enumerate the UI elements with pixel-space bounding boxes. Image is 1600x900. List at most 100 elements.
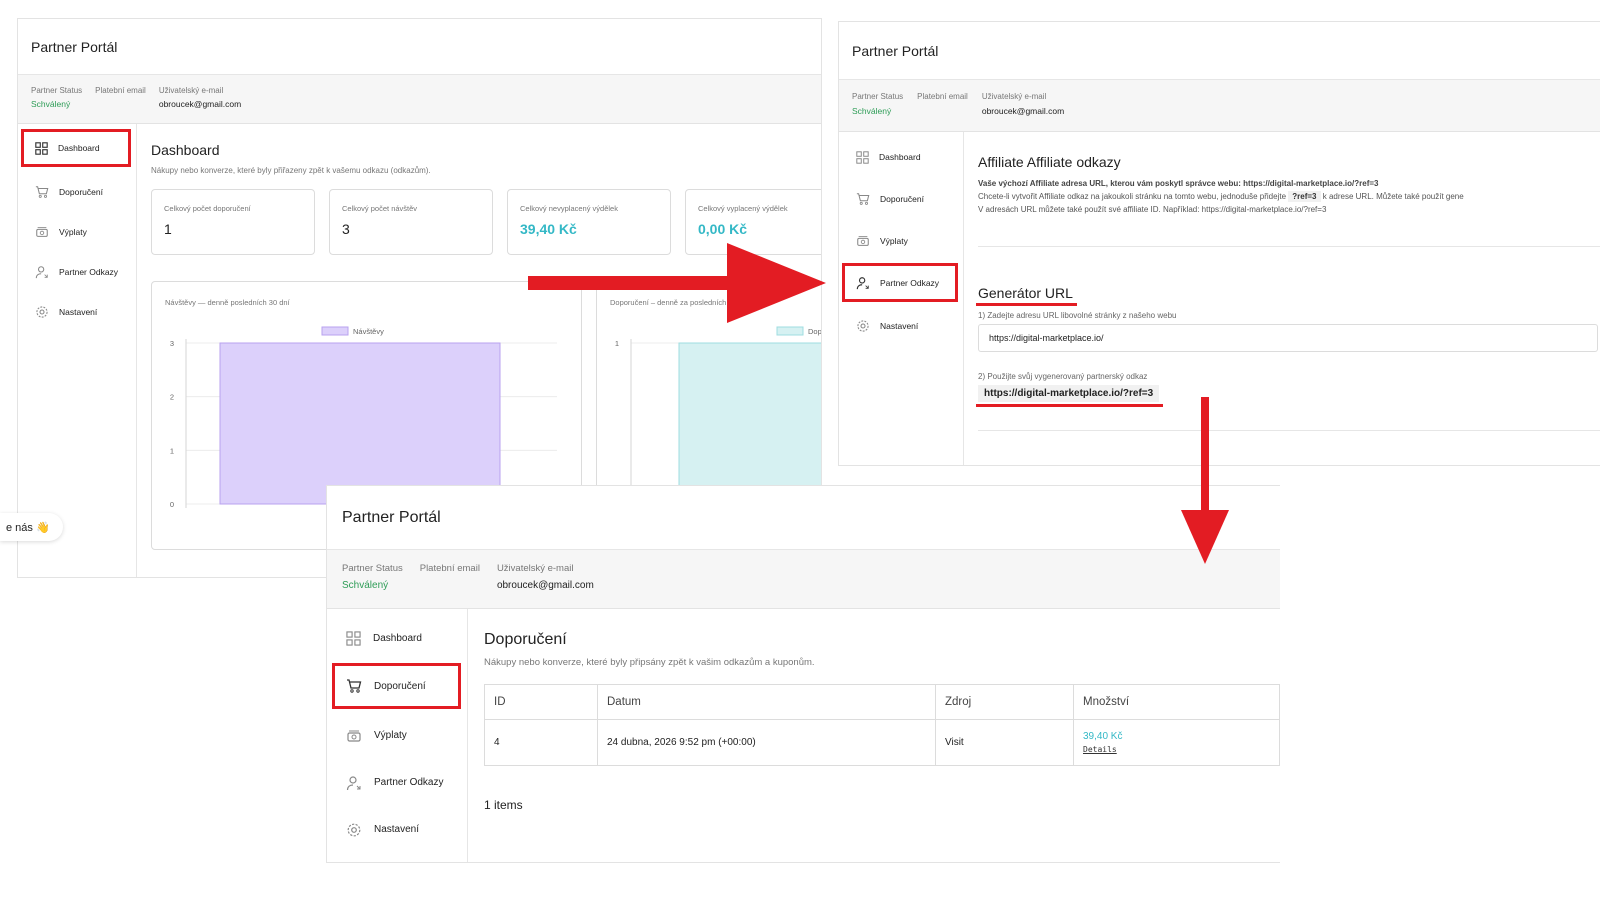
status-bar: Partner Status Schválený Platební email … xyxy=(327,550,1280,609)
billing-email-label: Platební email xyxy=(917,92,968,101)
status-bar: Partner Status Schválený Platební email … xyxy=(18,75,821,124)
stat-label: Celkový nevyplacený výdělek xyxy=(520,204,618,213)
partner-status-value: Schválený xyxy=(31,99,71,109)
details-link[interactable]: Details xyxy=(1083,745,1279,754)
billing-email: Platební email xyxy=(95,86,146,123)
chat-widget[interactable]: e nás 👋 xyxy=(0,513,63,541)
stat-value: 3 xyxy=(342,221,350,237)
portal-title: Partner Portál xyxy=(342,508,441,526)
legend-label: Dopo xyxy=(808,327,821,336)
cart-icon xyxy=(35,186,49,198)
stat-card-unpaid: Celkový nevyplacený výdělek 39,40 Kč xyxy=(507,189,671,255)
referrals-panel: Partner Portál Partner Status Schválený … xyxy=(326,485,1280,863)
stat-card-visits: Celkový počet návštěv 3 xyxy=(329,189,493,255)
user-email-label: Uživatelský e-mail xyxy=(496,563,574,574)
user-email: Uživatelský e-mail obroucek@gmail.com xyxy=(982,92,1064,131)
sidebar: Dashboard Doporučení Výplaty Partner Odk… xyxy=(327,609,468,862)
partner-links-panel: Partner Portál Partner Status Schválený … xyxy=(838,21,1600,466)
status-bar: Partner Status Schválený Platební email … xyxy=(839,80,1600,132)
url-input[interactable]: https://digital-marketplace.io/ xyxy=(978,324,1598,352)
sidebar-item-label: Partner Odkazy xyxy=(59,267,119,277)
sidebar-item-label: Partner Odkazy xyxy=(880,277,940,288)
sidebar-item-dashboard[interactable]: Dashboard xyxy=(839,136,963,178)
column-header-date[interactable]: Datum xyxy=(597,684,936,720)
user-email-label: Uživatelský e-mail xyxy=(158,86,224,95)
column-header-amount[interactable]: Množství xyxy=(1073,684,1280,720)
sidebar-item-payouts[interactable]: Výplaty xyxy=(839,220,963,262)
legend-swatch xyxy=(776,326,804,336)
table-header-row: ID Datum Zdroj Množství xyxy=(484,684,1280,720)
gear-icon xyxy=(857,320,869,332)
billing-email-label: Platební email xyxy=(95,86,146,95)
sidebar: Dashboard Doporučení Výplaty Partner Odk… xyxy=(18,124,137,577)
page-title: Doporučení xyxy=(484,631,567,648)
cell-amount: 39,40 Kč Details xyxy=(1073,719,1280,766)
sidebar-item-referrals[interactable]: Doporučení xyxy=(332,663,461,709)
gear-icon xyxy=(36,306,48,318)
sidebar-item-partner-links[interactable]: Partner Odkazy xyxy=(327,759,467,806)
sidebar-item-referrals[interactable]: Doporučení xyxy=(839,178,963,220)
sidebar: Dashboard Doporučení Výplaty Partner Odk… xyxy=(839,132,964,465)
sidebar-item-label: Doporučení xyxy=(374,680,426,692)
sidebar-item-label: Nastavení xyxy=(374,824,420,835)
sidebar-item-dashboard[interactable]: Dashboard xyxy=(21,129,131,167)
sidebar-item-label: Doporučení xyxy=(880,194,924,204)
partner-status-value: Schválený xyxy=(342,580,389,591)
sidebar-item-label: Partner Odkazy xyxy=(374,777,444,788)
sidebar-item-referrals[interactable]: Doporučení xyxy=(18,172,136,212)
partner-status-value: Schválený xyxy=(852,106,892,116)
sidebar-item-settings[interactable]: Nastavení xyxy=(839,305,963,347)
sidebar-item-partner-links[interactable]: Partner Odkazy xyxy=(18,252,136,292)
cell-date: 24 dubna, 2026 9:52 pm (+00:00) xyxy=(597,719,936,766)
instructions-text: Chcete-li vytvořit Affiliate odkaz na ja… xyxy=(978,192,1287,201)
chart-legend[interactable]: Dopo xyxy=(776,326,821,336)
sidebar-item-settings[interactable]: Nastavení xyxy=(18,292,136,332)
portal-title: Partner Portál xyxy=(31,38,118,55)
sidebar-item-label: Nastavení xyxy=(59,307,98,317)
user-icon xyxy=(856,276,869,289)
stat-label: Celkový počet návštěv xyxy=(342,204,418,213)
dashboard-icon xyxy=(35,141,48,155)
highlight-underline xyxy=(976,404,1164,407)
chart-bar[interactable] xyxy=(219,342,501,505)
chart-bar[interactable] xyxy=(678,342,821,505)
page-title: Dashboard xyxy=(151,142,220,158)
stat-value: 1 xyxy=(164,221,172,237)
cart-icon xyxy=(856,193,870,205)
partner-status: Partner Status Schválený xyxy=(342,563,403,608)
sidebar-item-label: Dashboard xyxy=(879,152,921,162)
sidebar-item-payouts[interactable]: Výplaty xyxy=(18,212,136,252)
sidebar-item-partner-links[interactable]: Partner Odkazy xyxy=(842,263,958,302)
generated-link[interactable]: https://digital-marketplace.io/?ref=3 xyxy=(976,385,1164,407)
partner-status-label: Partner Status xyxy=(852,92,904,101)
y-tick-label: 1 xyxy=(170,446,174,455)
affiliate-id-note: V adresách URL můžete také použít své af… xyxy=(978,205,1327,214)
sidebar-item-payouts[interactable]: Výplaty xyxy=(327,712,467,759)
y-tick-label: 2 xyxy=(170,393,174,402)
chat-text: e nás 👋 xyxy=(6,521,50,534)
chart-legend[interactable]: Návštěvy xyxy=(321,326,384,336)
column-header-source[interactable]: Zdroj xyxy=(935,684,1074,720)
referrals-main: Doporučení Nákupy nebo konverze, které b… xyxy=(468,609,1280,862)
url-input-value: https://digital-marketplace.io/ xyxy=(989,333,1104,343)
sidebar-item-label: Výplaty xyxy=(374,730,407,741)
sidebar-item-settings[interactable]: Nastavení xyxy=(327,806,467,853)
cell-source: Visit xyxy=(935,719,1074,766)
column-header-id[interactable]: ID xyxy=(484,684,598,720)
partner-status: Partner Status Schválený xyxy=(852,92,903,131)
sidebar-item-dashboard[interactable]: Dashboard xyxy=(327,615,467,662)
portal-header: Partner Portál xyxy=(839,22,1600,80)
user-email: Uživatelský e-mail obroucek@gmail.com xyxy=(497,563,594,608)
user-email-label: Uživatelský e-mail xyxy=(981,92,1047,101)
y-tick-label: 1 xyxy=(615,339,619,348)
portal-header: Partner Portál xyxy=(18,19,821,75)
stat-label: Celkový počet doporučení xyxy=(164,204,251,213)
amount-value: 39,40 Kč xyxy=(1083,731,1123,742)
affiliate-default-url: Vaše výchozí Affiliate adresa URL, ktero… xyxy=(978,179,1379,188)
partner-status-label: Partner Status xyxy=(342,563,403,574)
affiliate-title: Affiliate Affiliate odkazy xyxy=(978,154,1121,170)
user-email: Uživatelský e-mail obroucek@gmail.com xyxy=(159,86,241,123)
highlight-underline xyxy=(976,303,1077,306)
money-icon xyxy=(36,227,48,237)
stat-label: Celkový vyplacený výdělek xyxy=(698,204,788,213)
